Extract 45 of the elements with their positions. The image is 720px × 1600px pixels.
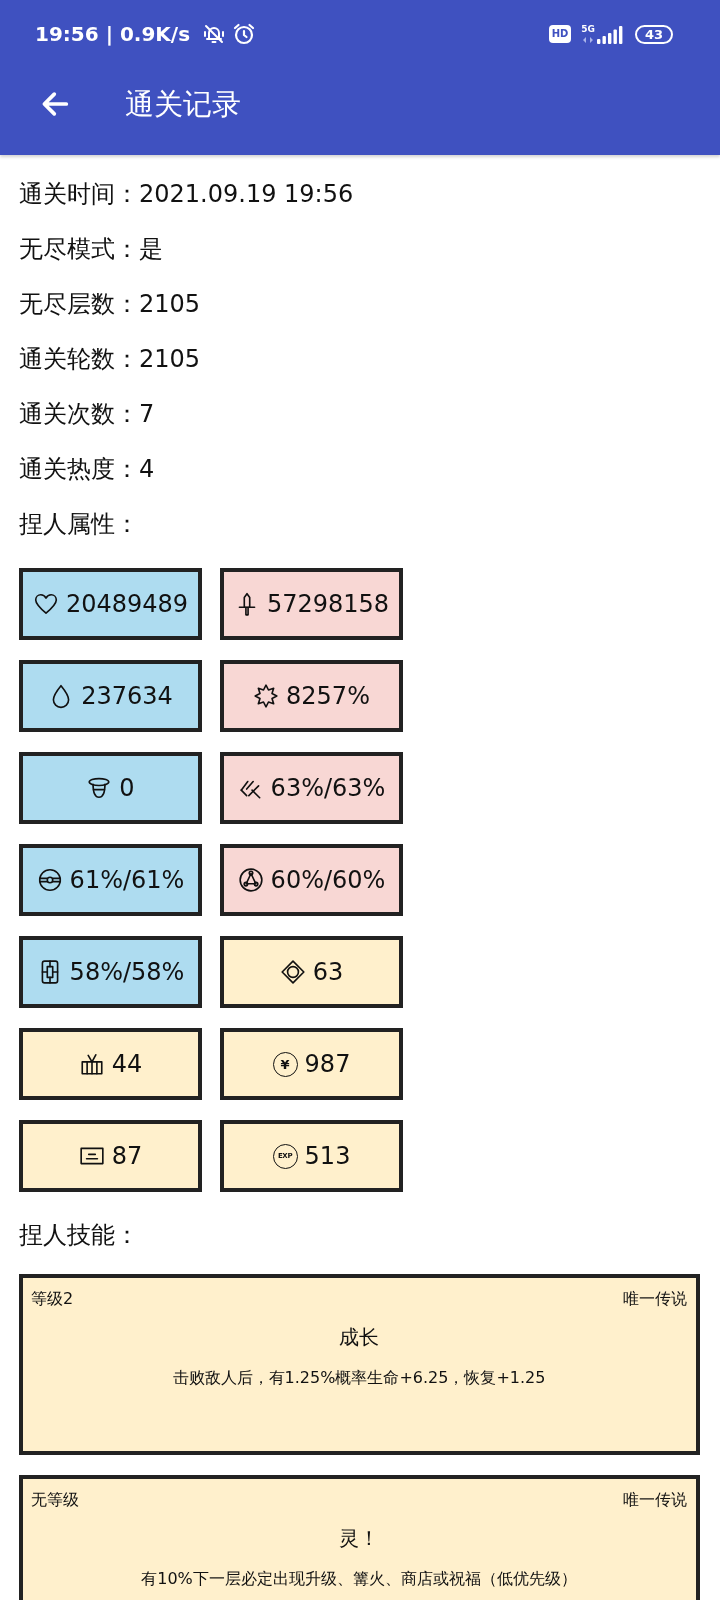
stat-value: 61%/61% [69, 865, 185, 895]
alarm-clock-icon [232, 22, 257, 46]
burst-icon [253, 683, 280, 709]
stat-value: 44 [111, 1049, 143, 1079]
stat-value: 0 [119, 773, 135, 803]
stat-value: 987 [304, 1049, 351, 1079]
skill-description: 有10%下一层必定出现升级、篝火、商店或祝福（低优先级） [141, 1569, 577, 1589]
stat-value: 63%/63% [270, 773, 386, 803]
stat-value: 513 [304, 1141, 351, 1171]
stat-value: 87 [111, 1141, 143, 1171]
record-line: 通关轮数：2105 [19, 344, 201, 374]
skill-name: 灵！ [339, 1525, 379, 1551]
crate-icon [78, 1051, 105, 1077]
skill-level: 等级2 [31, 1289, 74, 1309]
stat-value: 20489489 [65, 589, 189, 619]
status-time: 19:56 | 0.9K/s [35, 22, 191, 46]
stat-value: 60%/60% [270, 865, 386, 895]
network-type-label: 5G [581, 24, 595, 34]
section-heading: 捏人属性： [19, 509, 139, 539]
section-heading: 捏人技能： [19, 1220, 139, 1250]
stat-value: 58%/58% [69, 957, 185, 987]
record-line: 通关热度：4 [19, 454, 155, 484]
node-circle-icon [237, 867, 264, 893]
stat-value: 237634 [81, 681, 173, 711]
skill-rarity: 唯一传说 [623, 1490, 687, 1510]
record-line: 通关时间：2021.09.19 19:56 [19, 179, 354, 209]
record-line: 无尽模式：是 [19, 234, 163, 264]
stat-value: 8257% [286, 681, 370, 711]
record-line: 通关次数：7 [19, 399, 155, 429]
heart-icon [32, 591, 59, 617]
diamond-icon [279, 959, 306, 985]
striped-circle-icon [36, 867, 63, 893]
skill-name: 成长 [339, 1324, 379, 1350]
skill-description: 击败敌人后，有1.25%概率生命+6.25，恢复+1.25 [172, 1368, 546, 1388]
stat-value: 63 [312, 957, 344, 987]
record-line: 无尽层数：2105 [19, 289, 201, 319]
screen-title: 通关记录 [125, 86, 241, 122]
muted-bell-icon [202, 22, 227, 46]
data-arrows-icon [582, 36, 595, 44]
stat-value: 57298158 [266, 589, 390, 619]
skill-rarity: 唯一传说 [623, 1289, 687, 1309]
hd-badge: HD [548, 25, 572, 43]
battery-indicator: 43 [635, 24, 673, 44]
skill-level: 无等级 [31, 1490, 79, 1510]
signal-icon [597, 26, 623, 44]
